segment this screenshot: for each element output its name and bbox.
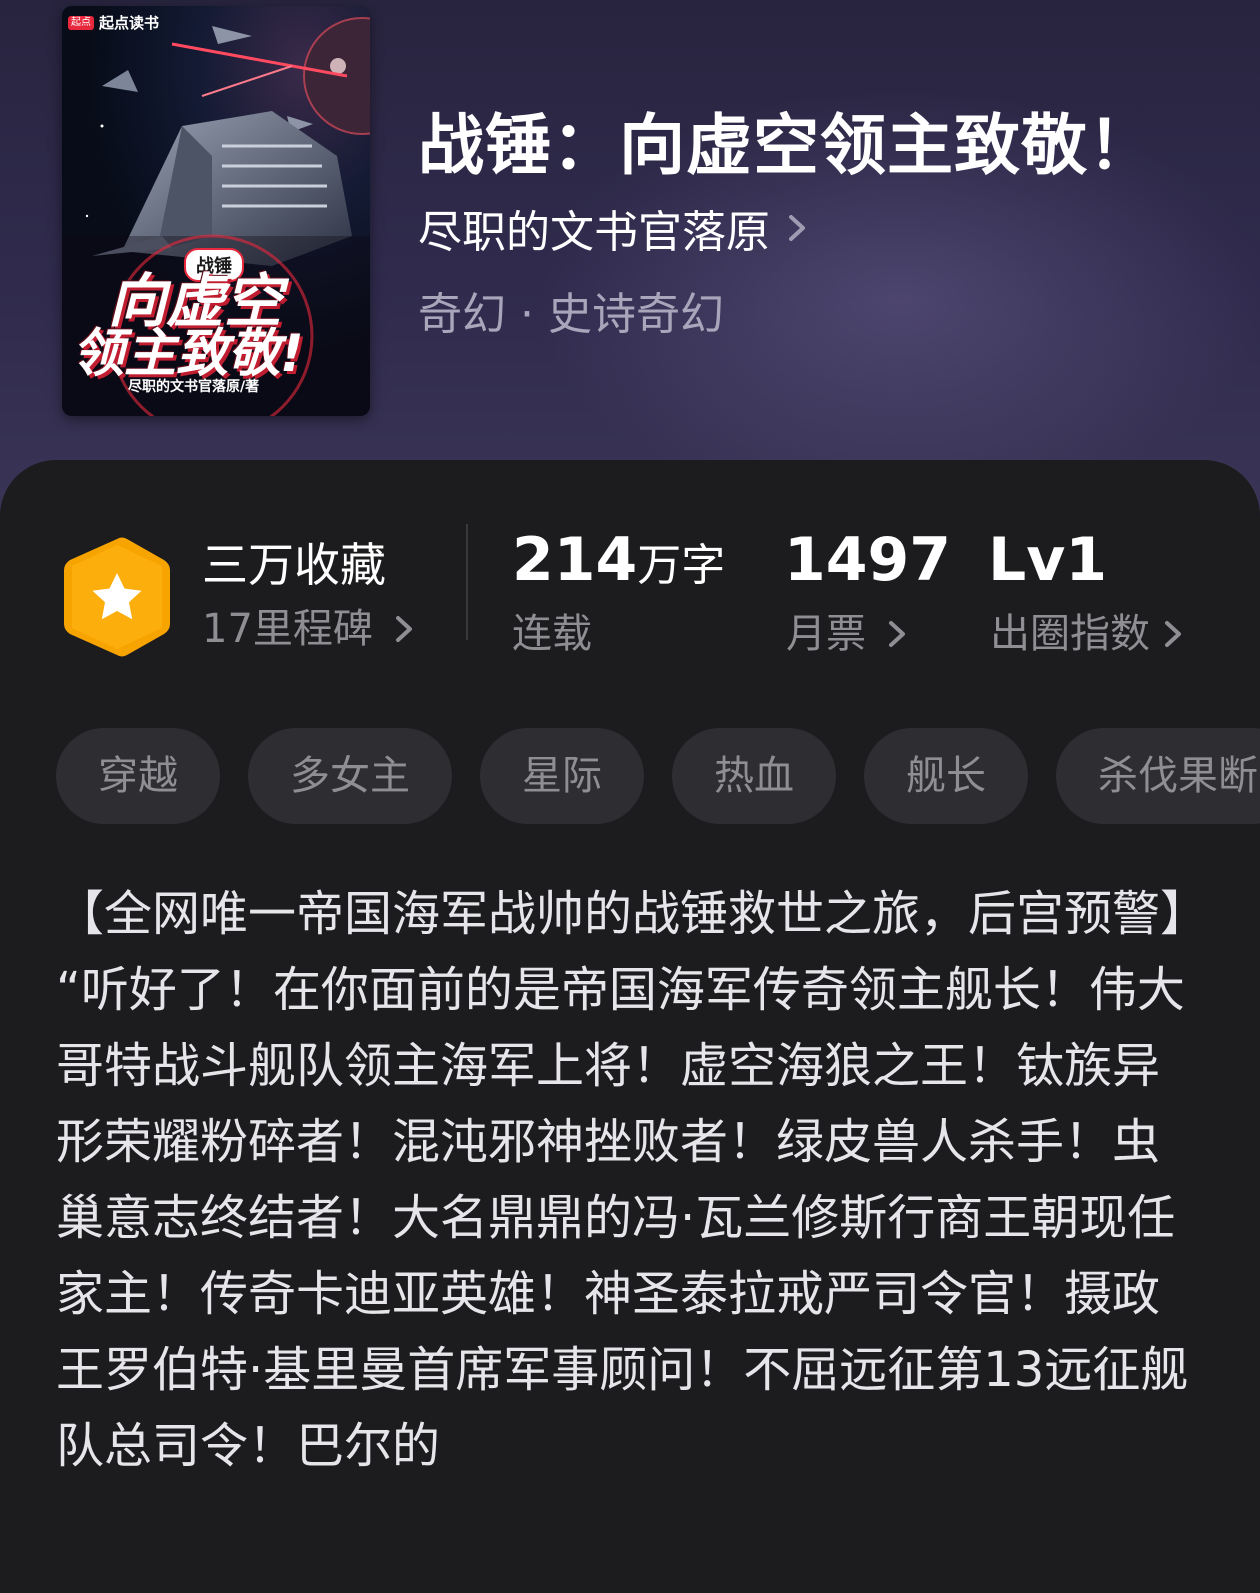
word-count-unit: 万字 [637, 540, 726, 591]
word-count: 214万字 [512, 530, 725, 590]
author-name: 尽职的文书官落原 [418, 207, 770, 258]
milestone-label: 17里程碑 [202, 606, 373, 652]
serial-status: 连载 [512, 611, 592, 657]
cover-title-line2: 领主致敬! [72, 324, 304, 384]
book-cover[interactable]: 起点 起点读书 战锤 向虚空 领主致敬! 尽职的文书官落原/著 [62, 6, 370, 416]
book-intro[interactable]: 【全网唯一帝国海军战帅的战锤救世之旅，后宫预警】 “听好了！在你面前的是帝国海军… [56, 876, 1209, 1484]
tag-chip[interactable]: 舰长 [864, 728, 1028, 824]
tag-chip[interactable]: 热血 [672, 728, 836, 824]
stats-divider [466, 524, 468, 640]
chevron-right-icon [789, 215, 805, 241]
book-header: 起点 起点读书 战锤 向虚空 领主致敬! 尽职的文书官落原/著 战锤：向虚空领主… [0, 0, 1260, 520]
tag-chip[interactable]: 多女主 [248, 728, 452, 824]
influence-level: Lv1 [988, 525, 1108, 595]
cover-publisher: 起点 起点读书 [68, 12, 159, 33]
monthly-ticket-link[interactable]: 月票 [786, 614, 910, 654]
monthly-ticket-count: 1497 [784, 525, 951, 595]
chevron-right-icon [1165, 621, 1181, 647]
intro-headline: 【全网唯一帝国海军战帅的战锤救世之旅，后宫预警】 [56, 886, 1209, 942]
star-hexagon-icon [64, 537, 170, 657]
milestone-link[interactable]: 17里程碑 [202, 609, 417, 649]
genre-label: 奇幻 · 史诗奇幻 [418, 289, 724, 340]
monthly-ticket-label: 月票 [786, 611, 866, 657]
author-link[interactable]: 尽职的文书官落原 [418, 196, 810, 260]
cover-publisher-name: 起点读书 [99, 14, 160, 32]
cover-credit: 尽职的文书官落原/著 [128, 379, 260, 395]
cover-title-line1: 向虚空 [108, 267, 283, 335]
influence-index-label: 出圈指数 [990, 611, 1150, 657]
word-count-value: 214 [512, 525, 638, 595]
book-title: 战锤：向虚空领主致敬！ [418, 107, 1155, 184]
cover-publisher-badge: 起点 [68, 15, 94, 30]
intro-body: “听好了！在你面前的是帝国海军传奇领主舰长！伟大哥特战斗舰队领主海军上将！虚空海… [56, 962, 1189, 1474]
collect-count: 三万收藏 [202, 538, 386, 592]
chevron-right-icon [889, 621, 905, 647]
tag-chip[interactable]: 杀伐果断 [1056, 728, 1260, 824]
chevron-right-icon [395, 616, 412, 642]
tag-list: 穿越 多女主 星际 热血 舰长 杀伐果断 [56, 728, 1260, 824]
tag-chip[interactable]: 穿越 [56, 728, 220, 824]
influence-index-link[interactable]: 出圈指数 [990, 614, 1186, 654]
tag-chip[interactable]: 星际 [480, 728, 644, 824]
